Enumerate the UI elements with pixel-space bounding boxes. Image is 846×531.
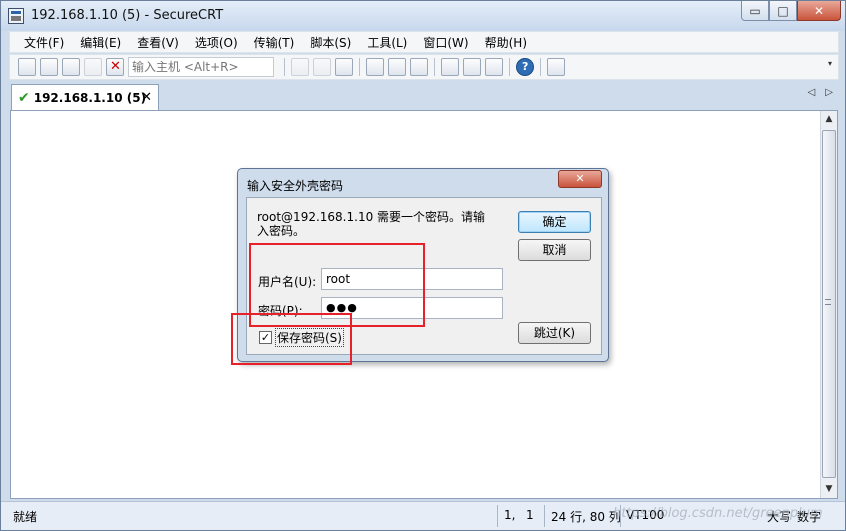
connected-check-icon: ✔ <box>18 89 30 106</box>
reconnect-icon[interactable] <box>84 58 102 76</box>
status-divider <box>497 505 498 527</box>
toolbar-separator <box>540 58 541 76</box>
menu-edit[interactable]: 编辑(E) <box>72 34 129 51</box>
menu-transfer[interactable]: 传输(T) <box>246 34 303 51</box>
menu-tools[interactable]: 工具(L) <box>359 34 415 51</box>
title-bar: 192.168.1.10 (5) - SecureCRT ▭ □ ✕ <box>1 1 845 31</box>
toolbar-overflow-icon[interactable]: ▾ <box>828 59 836 75</box>
close-window-button[interactable]: ✕ <box>797 1 841 21</box>
scrollbar-grip-icon <box>825 299 831 305</box>
print-setup-icon[interactable] <box>388 58 406 76</box>
print-icon[interactable] <box>366 58 384 76</box>
tab-navigation: ◁ ▷ <box>808 87 833 98</box>
watermark: https://blog.csdn.net/greenplum <box>613 506 823 521</box>
menu-file[interactable]: 文件(F) <box>16 34 72 51</box>
session-tab[interactable]: ✔ 192.168.1.10 (5) ✕ <box>11 84 159 110</box>
window-controls: ▭ □ ✕ <box>741 1 841 21</box>
keymap-icon[interactable] <box>485 58 503 76</box>
toolbar-separator <box>509 58 510 76</box>
dialog-title: 输入安全外壳密码 <box>247 179 344 193</box>
toolbar-separator <box>434 58 435 76</box>
scroll-up-icon[interactable]: ▲ <box>821 111 837 128</box>
menu-script[interactable]: 脚本(S) <box>302 34 359 51</box>
tab-scroll-right-icon[interactable]: ▷ <box>825 87 833 98</box>
menu-options[interactable]: 选项(O) <box>187 34 246 51</box>
connect-icon[interactable] <box>18 58 36 76</box>
enter-host-input[interactable] <box>128 57 274 77</box>
save-password-highlight-box <box>231 313 352 365</box>
paste-icon[interactable] <box>313 58 331 76</box>
copy-icon[interactable] <box>291 58 309 76</box>
status-divider <box>544 505 545 527</box>
status-ready: 就绪 <box>13 510 38 524</box>
quick-connect-icon[interactable] <box>40 58 58 76</box>
session-tab-label: 192.168.1.10 (5) <box>33 90 147 105</box>
toolbar-separator <box>284 58 285 76</box>
session-options-icon[interactable] <box>441 58 459 76</box>
dialog-close-button[interactable]: ✕ <box>558 170 602 188</box>
minimize-button[interactable]: ▭ <box>741 1 769 21</box>
securecrt-window: 192.168.1.10 (5) - SecureCRT ▭ □ ✕ 文件(F)… <box>0 0 846 531</box>
menu-bar: 文件(F) 编辑(E) 查看(V) 选项(O) 传输(T) 脚本(S) 工具(L… <box>9 31 839 53</box>
menu-view[interactable]: 查看(V) <box>129 34 187 51</box>
toolbar-separator <box>359 58 360 76</box>
status-row: 1, <box>504 508 516 522</box>
vertical-scrollbar[interactable]: ▲ ▼ <box>820 111 837 498</box>
ok-button[interactable]: 确定 <box>518 211 591 233</box>
status-size: 24 行, 80 列 <box>551 510 621 524</box>
global-options-icon[interactable] <box>463 58 481 76</box>
status-col: 1 <box>526 508 534 522</box>
connect-in-tab-icon[interactable] <box>62 58 80 76</box>
print-selection-icon[interactable] <box>410 58 428 76</box>
sftp-icon[interactable] <box>547 58 565 76</box>
toolbar: ▾ <box>9 54 839 80</box>
dialog-message: root@192.168.1.10 需要一个密码。请输入密码。 <box>257 210 486 238</box>
tab-scroll-left-icon[interactable]: ◁ <box>808 87 816 98</box>
disconnect-icon[interactable] <box>106 58 124 76</box>
session-tab-strip: ✔ 192.168.1.10 (5) ✕ ◁ ▷ <box>9 81 839 110</box>
scroll-down-icon[interactable]: ▼ <box>821 481 837 498</box>
securecrt-app-icon <box>8 8 24 24</box>
skip-button[interactable]: 跳过(K) <box>518 322 591 344</box>
help-icon[interactable] <box>516 58 534 76</box>
find-icon[interactable] <box>335 58 353 76</box>
cancel-button[interactable]: 取消 <box>518 239 591 261</box>
window-title: 192.168.1.10 (5) - SecureCRT <box>31 8 224 23</box>
close-tab-icon[interactable]: ✕ <box>141 90 152 105</box>
menu-window[interactable]: 窗口(W) <box>415 34 476 51</box>
menu-help[interactable]: 帮助(H) <box>477 34 535 51</box>
maximize-button[interactable]: □ <box>769 1 797 21</box>
